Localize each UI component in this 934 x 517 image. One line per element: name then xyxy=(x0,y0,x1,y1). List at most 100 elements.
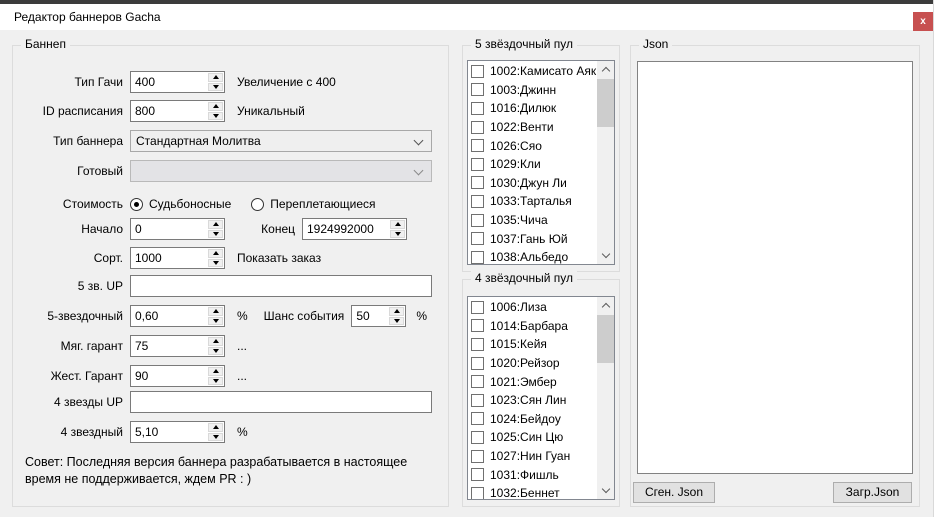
checkbox-icon[interactable] xyxy=(471,158,484,171)
pool4-list-item[interactable]: 1031:Фишль xyxy=(468,465,597,484)
checkbox-icon[interactable] xyxy=(471,251,484,264)
checkbox-icon[interactable] xyxy=(471,319,484,332)
load-json-button[interactable]: Загр.Json xyxy=(833,482,912,503)
spin-up-icon[interactable] xyxy=(208,367,223,376)
spin-up-icon[interactable] xyxy=(208,220,223,229)
event-chance-spinner[interactable]: 50 xyxy=(351,305,406,327)
four-rate-spinner[interactable]: 5,10 xyxy=(130,421,225,443)
checkbox-icon[interactable] xyxy=(471,83,484,96)
checkbox-icon[interactable] xyxy=(471,121,484,134)
sort-spinner[interactable]: 1000 xyxy=(130,247,225,269)
close-button[interactable]: x xyxy=(913,12,933,31)
scrollbar-thumb[interactable] xyxy=(597,79,614,127)
radio-unselected-icon[interactable] xyxy=(251,198,264,211)
pool5-list-item[interactable]: 1003:Джинн xyxy=(468,81,597,100)
schedule-id-spinner[interactable]: 800 xyxy=(130,100,225,122)
pool4-list-item[interactable]: 1015:Кейя xyxy=(468,335,597,354)
pool5-list-item[interactable]: 1033:Тарталья xyxy=(468,192,597,211)
checkbox-icon[interactable] xyxy=(471,468,484,481)
checkbox-icon[interactable] xyxy=(471,394,484,407)
checkbox-icon[interactable] xyxy=(471,65,484,78)
checkbox-icon[interactable] xyxy=(471,450,484,463)
hard-pity-spinner[interactable]: 90 xyxy=(130,365,225,387)
begin-spinner[interactable]: 0 xyxy=(130,218,225,240)
scroll-down-icon[interactable] xyxy=(597,482,614,499)
spin-down-icon[interactable] xyxy=(208,347,223,356)
pool5-list-item[interactable]: 1002:Камисато Аяк xyxy=(468,62,597,81)
checkbox-icon[interactable] xyxy=(471,431,484,444)
checkbox-icon[interactable] xyxy=(471,375,484,388)
spin-down-icon[interactable] xyxy=(208,259,223,268)
generate-json-button[interactable]: Сген. Json xyxy=(633,482,715,503)
checkbox-icon[interactable] xyxy=(471,139,484,152)
pool4-scrollbar[interactable] xyxy=(597,297,614,499)
banner-type-dropdown[interactable]: Стандартная Молитва xyxy=(130,130,432,152)
spin-down-icon[interactable] xyxy=(208,230,223,239)
pool4-list-item[interactable]: 1032:Беннет xyxy=(468,484,597,500)
pool4-list-item[interactable]: 1014:Барбара xyxy=(468,317,597,336)
spin-down-icon[interactable] xyxy=(208,112,223,121)
pool-item-label: 1029:Кли xyxy=(490,157,541,171)
pool4-list-item[interactable]: 1020:Рейзор xyxy=(468,354,597,373)
pool4-list-item[interactable]: 1024:Бейдоу xyxy=(468,410,597,429)
scrollbar-thumb[interactable] xyxy=(597,315,614,363)
spin-down-icon[interactable] xyxy=(208,377,223,386)
scroll-up-icon[interactable] xyxy=(597,297,614,314)
pool5-list-item[interactable]: 1037:Гань Юй xyxy=(468,229,597,248)
checkbox-icon[interactable] xyxy=(471,232,484,245)
radio-selected-icon[interactable] xyxy=(130,198,143,211)
checkbox-icon[interactable] xyxy=(471,338,484,351)
prefab-dropdown[interactable] xyxy=(130,160,432,182)
checkbox-icon[interactable] xyxy=(471,195,484,208)
five-rate-spinner[interactable]: 0,60 xyxy=(130,305,225,327)
pool4-list-item[interactable]: 1023:Сян Лин xyxy=(468,391,597,410)
checkbox-icon[interactable] xyxy=(471,176,484,189)
spin-up-icon[interactable] xyxy=(390,220,405,229)
pool4-list-item[interactable]: 1021:Эмбер xyxy=(468,372,597,391)
radio-fate[interactable]: Судьбоносные xyxy=(130,197,231,211)
pool5-list-item[interactable]: 1026:Сяо xyxy=(468,136,597,155)
spin-up-icon[interactable] xyxy=(208,337,223,346)
checkbox-icon[interactable] xyxy=(471,357,484,370)
checkbox-icon[interactable] xyxy=(471,301,484,314)
chevron-down-icon xyxy=(414,136,424,146)
spin-up-icon[interactable] xyxy=(208,73,223,82)
scroll-up-icon[interactable] xyxy=(597,61,614,78)
scroll-down-icon[interactable] xyxy=(597,247,614,264)
title-bar[interactable]: Редактор баннеров Gacha x xyxy=(0,4,934,30)
spin-down-icon[interactable] xyxy=(389,317,404,326)
spin-down-icon[interactable] xyxy=(208,317,223,326)
pool5-list-item[interactable]: 1038:Альбедо xyxy=(468,248,597,265)
pool4-list-item[interactable]: 1025:Син Цю xyxy=(468,428,597,447)
pool5-list-item[interactable]: 1022:Венти xyxy=(468,118,597,137)
gacha-type-spinner[interactable]: 400 xyxy=(130,71,225,93)
soft-pity-spinner[interactable]: 75 xyxy=(130,335,225,357)
pool5-list-item[interactable]: 1030:Джун Ли xyxy=(468,174,597,193)
spin-down-icon[interactable] xyxy=(390,230,405,239)
pool4-listbox[interactable]: 1006:Лиза 1014:Барбара 1015:Кейя xyxy=(467,296,615,500)
pool5-list-item[interactable]: 1016:Дилюк xyxy=(468,99,597,118)
chevron-down-icon xyxy=(414,166,424,176)
spin-up-icon[interactable] xyxy=(208,423,223,432)
spin-up-icon[interactable] xyxy=(389,307,404,316)
spin-up-icon[interactable] xyxy=(208,249,223,258)
pool5-list-item[interactable]: 1029:Кли xyxy=(468,155,597,174)
checkbox-icon[interactable] xyxy=(471,487,484,500)
end-spinner[interactable]: 1924992000 xyxy=(302,218,407,240)
spin-up-icon[interactable] xyxy=(208,102,223,111)
five-up-input[interactable] xyxy=(130,275,432,297)
pool5-scrollbar[interactable] xyxy=(597,61,614,264)
radio-intertwined[interactable]: Переплетающиеся xyxy=(251,197,375,211)
pool5-listbox[interactable]: 1002:Камисато Аяк 1003:Джинн 1016:Дилюк xyxy=(467,60,615,265)
four-up-input[interactable] xyxy=(130,391,432,413)
pool5-list-item[interactable]: 1035:Чича xyxy=(468,211,597,230)
json-textarea[interactable] xyxy=(637,61,913,474)
checkbox-icon[interactable] xyxy=(471,102,484,115)
checkbox-icon[interactable] xyxy=(471,214,484,227)
pool4-list-item[interactable]: 1006:Лиза xyxy=(468,298,597,317)
pool4-list-item[interactable]: 1027:Нин Гуан xyxy=(468,447,597,466)
spin-down-icon[interactable] xyxy=(208,83,223,92)
checkbox-icon[interactable] xyxy=(471,412,484,425)
spin-down-icon[interactable] xyxy=(208,433,223,442)
spin-up-icon[interactable] xyxy=(208,307,223,316)
